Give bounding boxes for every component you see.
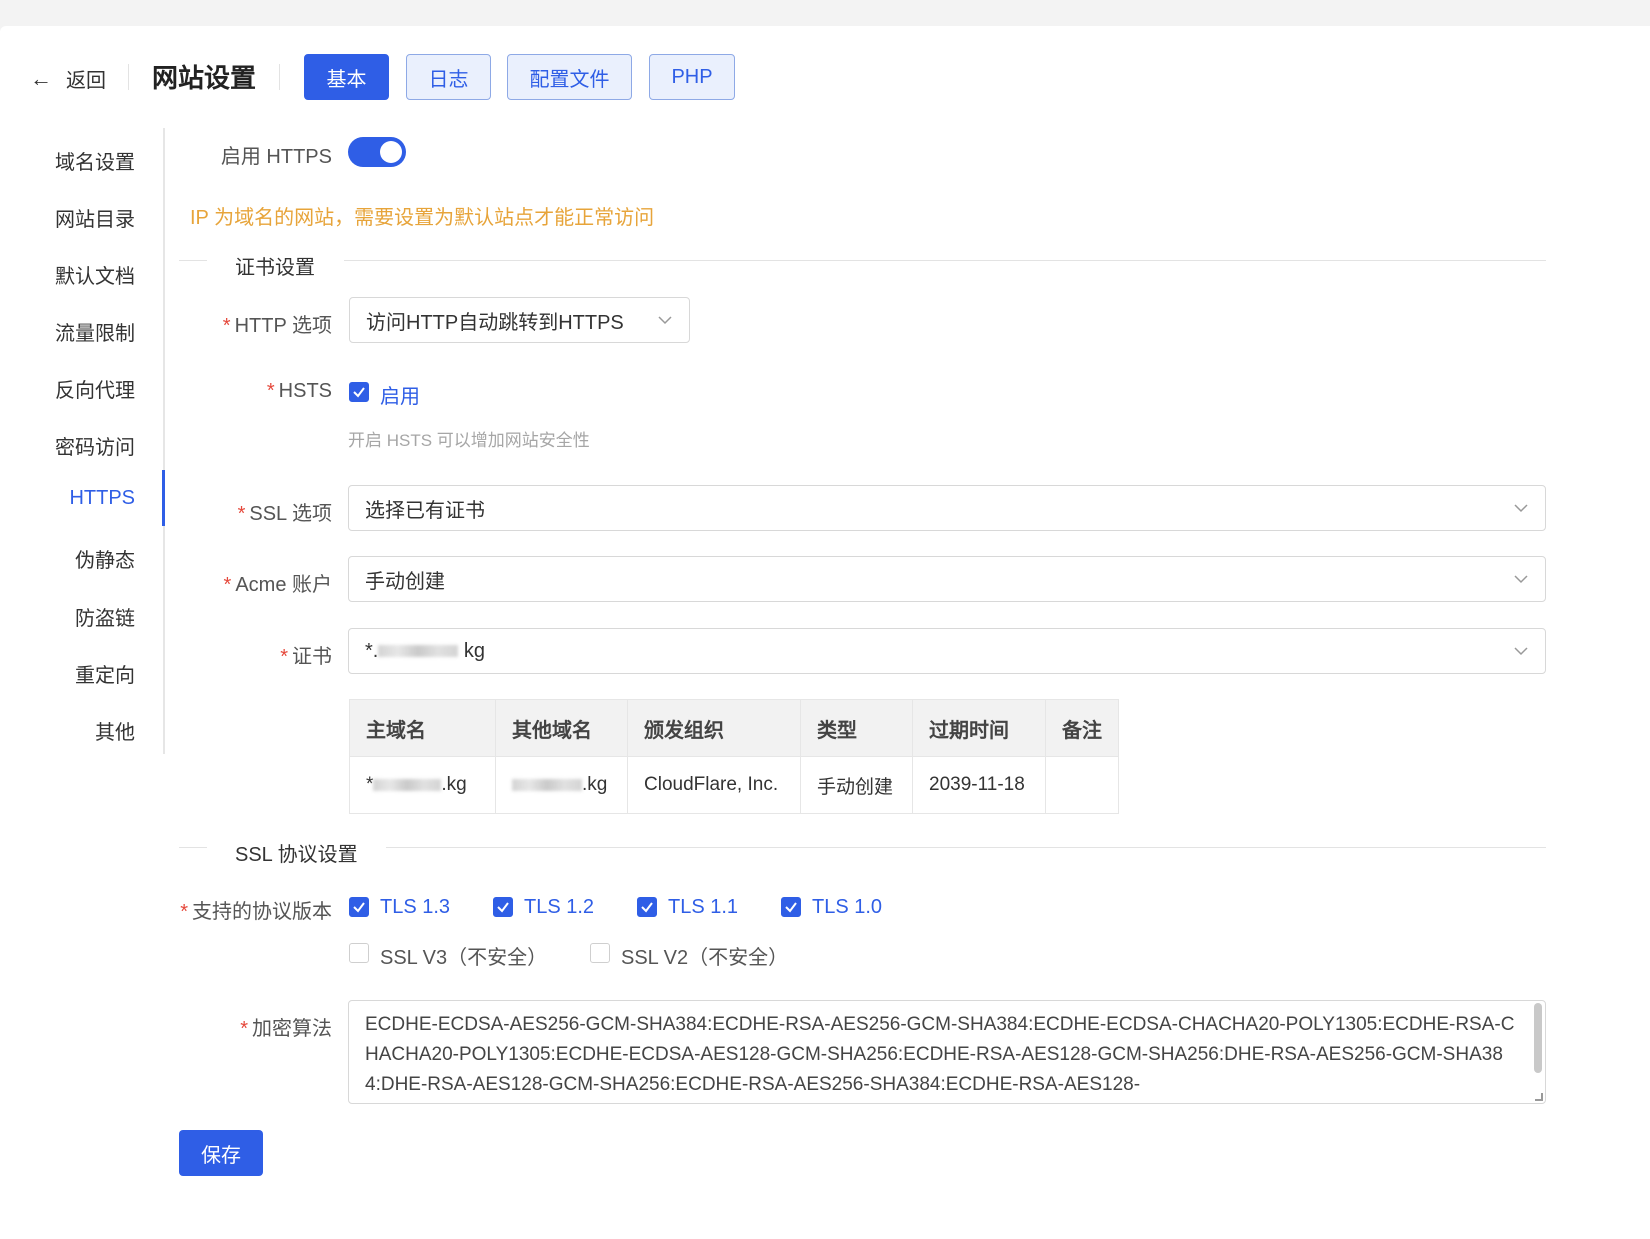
certificate-table: 主域名 其他域名 颁发组织 类型 过期时间 备注 * .kg .kg CloudF… bbox=[349, 699, 1119, 814]
cell-expiry: 2039-11-18 bbox=[912, 756, 1046, 814]
acme-account-label: * Acme 账户 bbox=[223, 574, 332, 596]
sidebar-item-hotlink[interactable]: 防盗链 bbox=[75, 602, 135, 631]
tls13-label[interactable]: TLS 1.3 bbox=[380, 896, 450, 919]
ip-warning: IP 为域名的网站，需要设置为默认站点才能正常访问 bbox=[190, 207, 655, 229]
redacted-text bbox=[512, 778, 582, 791]
ssl-option-label: * SSL 选项 bbox=[237, 503, 332, 525]
page-title: 网站设置 bbox=[152, 63, 257, 93]
tls11-checkbox[interactable] bbox=[637, 897, 657, 917]
sslv2-checkbox[interactable] bbox=[590, 943, 610, 963]
sidebar-item-rewrite[interactable]: 伪静态 bbox=[75, 544, 135, 573]
hsts-label: * HSTS bbox=[266, 380, 332, 402]
cell-main-domain: * .kg bbox=[349, 756, 496, 814]
chevron-down-icon bbox=[1513, 500, 1529, 516]
tls12-checkbox[interactable] bbox=[493, 897, 513, 917]
table-row: * .kg .kg CloudFlare, Inc. 手动创建 2039-11-1… bbox=[349, 756, 1119, 814]
col-other-domain: 其他域名 bbox=[495, 699, 628, 757]
table-header-row: 主域名 其他域名 颁发组织 类型 过期时间 备注 bbox=[349, 699, 1119, 757]
chevron-down-icon bbox=[1513, 643, 1529, 659]
sidebar-item-site-dir[interactable]: 网站目录 bbox=[55, 203, 135, 232]
sidebar-item-default-doc[interactable]: 默认文档 bbox=[55, 260, 135, 289]
certificate-value: *. kg bbox=[365, 639, 486, 662]
http-option-value: 访问HTTP自动跳转到HTTPS bbox=[366, 311, 624, 334]
save-button[interactable]: 保存 bbox=[179, 1130, 263, 1176]
check-icon bbox=[641, 902, 653, 913]
sidebar-item-reverse-proxy[interactable]: 反向代理 bbox=[55, 374, 135, 403]
chevron-down-icon bbox=[657, 312, 673, 328]
tab-logs[interactable]: 日志 bbox=[406, 54, 491, 100]
col-type: 类型 bbox=[800, 699, 913, 757]
tls13-checkbox[interactable] bbox=[349, 897, 369, 917]
cipher-value: ECDHE-ECDSA-AES256-GCM-SHA384:ECDHE-RSA-… bbox=[365, 1014, 1515, 1095]
sidebar-item-traffic-limit[interactable]: 流量限制 bbox=[55, 317, 135, 346]
check-icon bbox=[353, 902, 365, 913]
textarea-scrollbar[interactable] bbox=[1534, 1003, 1542, 1073]
http-option-label: * HTTP 选项 bbox=[222, 315, 332, 337]
textarea-resize-handle[interactable] bbox=[1535, 1093, 1543, 1101]
certificate-label: * 证书 bbox=[280, 646, 332, 668]
tab-config-file[interactable]: 配置文件 bbox=[507, 54, 632, 100]
arrow-left-icon: ← bbox=[30, 65, 52, 91]
section-divider bbox=[179, 847, 207, 848]
tab-basic[interactable]: 基本 bbox=[304, 54, 389, 100]
section-divider bbox=[386, 847, 1546, 848]
tls12-label[interactable]: TLS 1.2 bbox=[524, 896, 594, 919]
header-divider bbox=[128, 64, 129, 90]
ssl-option-select[interactable]: 选择已有证书 bbox=[348, 485, 1546, 531]
col-issuer: 颁发组织 bbox=[627, 699, 801, 757]
tls10-label[interactable]: TLS 1.0 bbox=[812, 896, 882, 919]
acme-account-value: 手动创建 bbox=[365, 570, 445, 593]
sidebar-item-other[interactable]: 其他 bbox=[95, 716, 135, 745]
cell-other-domain: .kg bbox=[495, 756, 628, 814]
enable-https-label: 启用 HTTPS bbox=[220, 146, 332, 168]
tls11-label[interactable]: TLS 1.1 bbox=[668, 896, 738, 919]
back-label: 返回 bbox=[66, 70, 106, 92]
check-icon bbox=[353, 387, 365, 398]
sidebar-item-https[interactable]: HTTPS bbox=[69, 487, 135, 510]
hsts-checkbox[interactable] bbox=[349, 382, 369, 402]
back-button[interactable]: ← 返回 bbox=[30, 64, 106, 93]
redacted-text bbox=[373, 778, 442, 791]
sidebar-active-indicator bbox=[162, 470, 165, 526]
sidebar-item-password-access[interactable]: 密码访问 bbox=[55, 431, 135, 460]
sidebar: 域名设置 网站目录 默认文档 流量限制 反向代理 密码访问 HTTPS 伪静态 … bbox=[0, 128, 165, 754]
cell-issuer: CloudFlare, Inc. bbox=[627, 756, 801, 814]
protocols-label: * 支持的协议版本 bbox=[180, 901, 332, 923]
redacted-text bbox=[378, 645, 459, 658]
cipher-label: * 加密算法 bbox=[240, 1018, 332, 1040]
sidebar-item-domain[interactable]: 域名设置 bbox=[55, 146, 135, 175]
tab-php[interactable]: PHP bbox=[649, 54, 735, 100]
check-icon bbox=[497, 902, 509, 913]
tls10-checkbox[interactable] bbox=[781, 897, 801, 917]
chevron-down-icon bbox=[1513, 571, 1529, 587]
section-divider bbox=[179, 260, 207, 261]
section-divider bbox=[344, 260, 1546, 261]
enable-https-switch[interactable] bbox=[348, 137, 406, 167]
col-main-domain: 主域名 bbox=[349, 699, 496, 757]
cipher-textarea[interactable]: ECDHE-ECDSA-AES256-GCM-SHA384:ECDHE-RSA-… bbox=[348, 1000, 1546, 1104]
cell-note bbox=[1045, 756, 1119, 814]
hsts-hint: 开启 HSTS 可以增加网站安全性 bbox=[348, 431, 590, 450]
ssl-option-value: 选择已有证书 bbox=[365, 499, 485, 522]
certificate-select[interactable]: *. kg bbox=[348, 628, 1546, 674]
sslv2-label[interactable]: SSL V2（不安全） bbox=[621, 941, 788, 970]
cert-section-title: 证书设置 bbox=[233, 251, 317, 280]
sidebar-item-redirect[interactable]: 重定向 bbox=[75, 659, 135, 688]
sslv3-checkbox[interactable] bbox=[349, 943, 369, 963]
sslv3-label[interactable]: SSL V3（不安全） bbox=[380, 941, 547, 970]
acme-account-select[interactable]: 手动创建 bbox=[348, 556, 1546, 602]
http-option-select[interactable]: 访问HTTP自动跳转到HTTPS bbox=[349, 297, 690, 343]
header-divider bbox=[279, 64, 280, 90]
switch-knob bbox=[380, 141, 402, 163]
check-icon bbox=[785, 902, 797, 913]
cell-type: 手动创建 bbox=[800, 756, 913, 814]
ssl-section-title: SSL 协议设置 bbox=[233, 838, 360, 867]
col-note: 备注 bbox=[1045, 699, 1119, 757]
col-expiry: 过期时间 bbox=[912, 699, 1046, 757]
hsts-checkbox-label[interactable]: 启用 bbox=[380, 380, 420, 409]
